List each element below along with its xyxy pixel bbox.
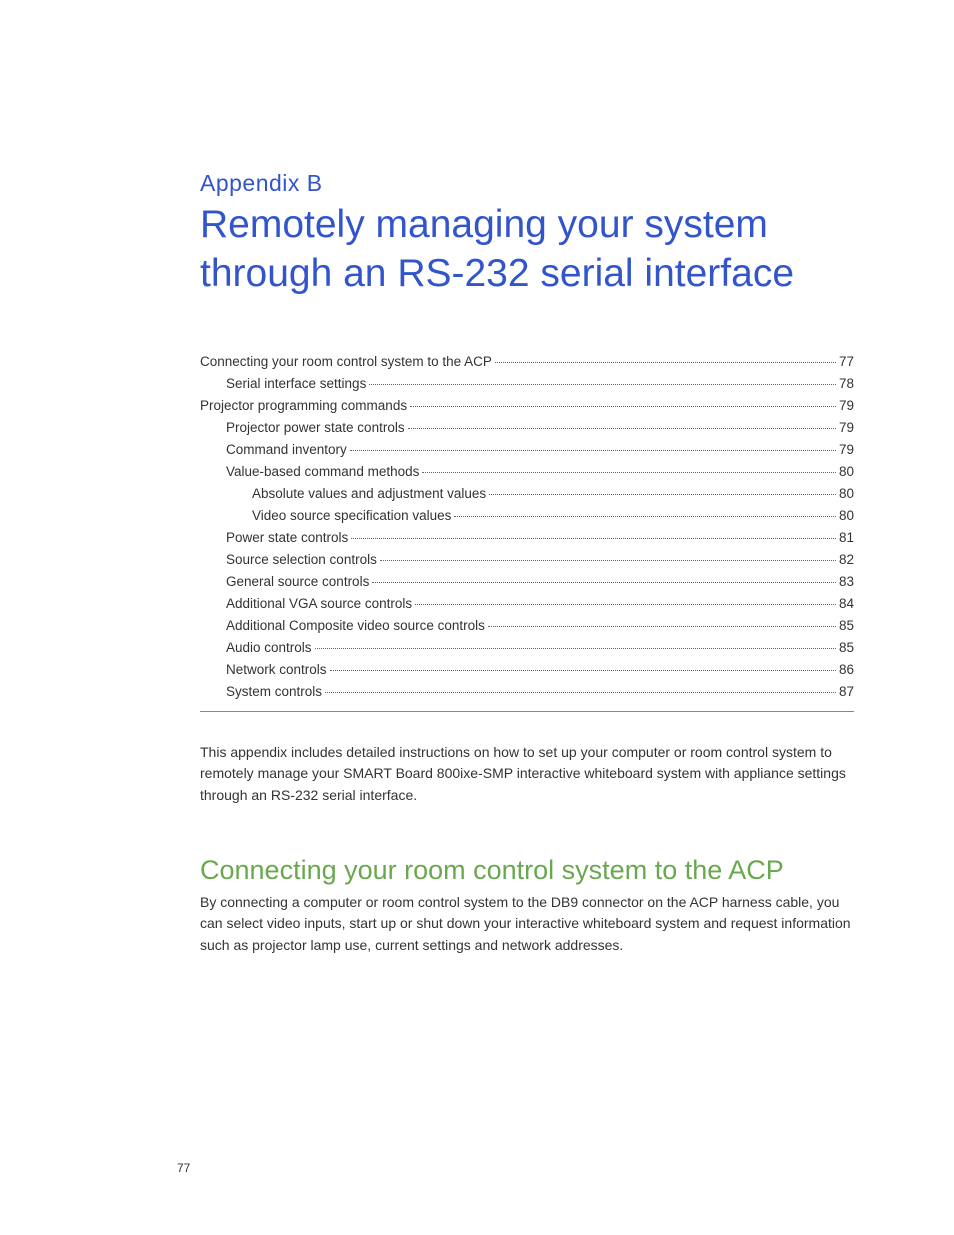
toc-entry[interactable]: General source controls 83 — [200, 574, 854, 589]
toc-entry[interactable]: Network controls 86 — [200, 662, 854, 677]
toc-entry[interactable]: Projector programming commands 79 — [200, 398, 854, 413]
toc-leader-dots — [454, 516, 836, 517]
toc-entry-label: Projector programming commands — [200, 398, 407, 413]
toc-entry-label: General source controls — [226, 574, 369, 589]
intro-paragraph: This appendix includes detailed instruct… — [200, 742, 854, 807]
toc-entry[interactable]: Video source specification values 80 — [200, 508, 854, 523]
page-number: 77 — [177, 1161, 190, 1175]
toc-leader-dots — [495, 362, 836, 363]
toc-entry[interactable]: System controls 87 — [200, 684, 854, 699]
toc-leader-dots — [415, 604, 836, 605]
toc-entry[interactable]: Absolute values and adjustment values 80 — [200, 486, 854, 501]
toc-entry-label: Power state controls — [226, 530, 348, 545]
toc-leader-dots — [350, 450, 836, 451]
toc-entry-page: 82 — [839, 552, 854, 567]
toc-leader-dots — [369, 384, 836, 385]
toc-entry[interactable]: Source selection controls 82 — [200, 552, 854, 567]
toc-entry[interactable]: Power state controls 81 — [200, 530, 854, 545]
appendix-label: Appendix B — [200, 170, 854, 197]
toc-leader-dots — [330, 670, 836, 671]
toc-entry-label: Projector power state controls — [226, 420, 405, 435]
toc-leader-dots — [489, 494, 836, 495]
toc-entry[interactable]: Audio controls 85 — [200, 640, 854, 655]
toc-entry-page: 78 — [839, 376, 854, 391]
toc-entry-label: Audio controls — [226, 640, 312, 655]
divider — [200, 711, 854, 712]
toc-leader-dots — [408, 428, 836, 429]
toc-entry-label: Source selection controls — [226, 552, 377, 567]
toc-entry-label: Command inventory — [226, 442, 347, 457]
toc-entry-label: Absolute values and adjustment values — [252, 486, 486, 501]
section-paragraph: By connecting a computer or room control… — [200, 892, 854, 957]
toc-entry-label: Video source specification values — [252, 508, 451, 523]
toc-entry[interactable]: Additional Composite video source contro… — [200, 618, 854, 633]
toc-leader-dots — [380, 560, 836, 561]
toc-entry[interactable]: Connecting your room control system to t… — [200, 354, 854, 369]
toc-entry-page: 80 — [839, 486, 854, 501]
page-title: Remotely managing your system through an… — [200, 201, 854, 299]
toc-entry-page: 79 — [839, 442, 854, 457]
toc-entry-page: 85 — [839, 618, 854, 633]
toc-entry-page: 80 — [839, 508, 854, 523]
toc-entry[interactable]: Additional VGA source controls 84 — [200, 596, 854, 611]
toc-entry[interactable]: Command inventory 79 — [200, 442, 854, 457]
toc-entry[interactable]: Value-based command methods 80 — [200, 464, 854, 479]
toc-entry-label: Serial interface settings — [226, 376, 366, 391]
toc-leader-dots — [315, 648, 836, 649]
toc-entry-label: Additional VGA source controls — [226, 596, 412, 611]
section-heading: Connecting your room control system to t… — [200, 855, 854, 886]
toc-leader-dots — [372, 582, 836, 583]
toc-entry[interactable]: Projector power state controls 79 — [200, 420, 854, 435]
toc-entry-page: 87 — [839, 684, 854, 699]
toc-entry-label: Value-based command methods — [226, 464, 419, 479]
toc-entry-page: 77 — [839, 354, 854, 369]
toc-entry-page: 80 — [839, 464, 854, 479]
toc-entry[interactable]: Serial interface settings 78 — [200, 376, 854, 391]
toc-entry-page: 84 — [839, 596, 854, 611]
toc-entry-page: 79 — [839, 420, 854, 435]
document-page: Appendix B Remotely managing your system… — [0, 0, 954, 1235]
toc-entry-label: Additional Composite video source contro… — [226, 618, 485, 633]
toc-entry-label: Connecting your room control system to t… — [200, 354, 492, 369]
toc-entry-page: 83 — [839, 574, 854, 589]
toc-entry-label: System controls — [226, 684, 322, 699]
toc-entry-page: 85 — [839, 640, 854, 655]
toc-entry-page: 81 — [839, 530, 854, 545]
toc-entry-page: 79 — [839, 398, 854, 413]
toc-leader-dots — [410, 406, 836, 407]
toc-leader-dots — [325, 692, 836, 693]
toc-leader-dots — [488, 626, 836, 627]
toc-leader-dots — [422, 472, 836, 473]
toc-entry-page: 86 — [839, 662, 854, 677]
toc-leader-dots — [351, 538, 836, 539]
toc-entry-label: Network controls — [226, 662, 327, 677]
table-of-contents: Connecting your room control system to t… — [200, 354, 854, 699]
